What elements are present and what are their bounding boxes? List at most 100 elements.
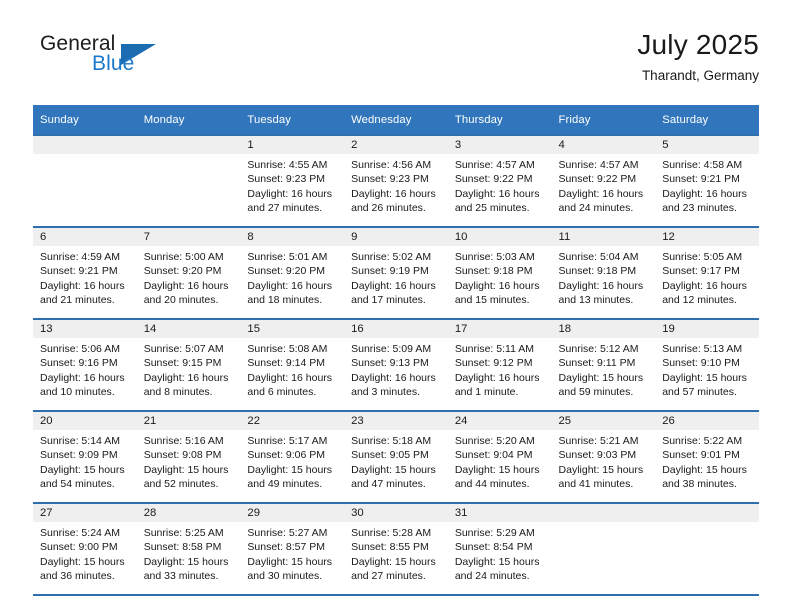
day-number: 17 [447, 320, 552, 338]
calendar-cell[interactable]: 26 Sunrise: 5:22 AM Sunset: 9:01 PM Dayligh… [655, 410, 759, 503]
calendar-cell[interactable] [551, 502, 656, 594]
daylight-text: and 30 minutes. [247, 570, 323, 583]
daylight-text: Daylight: 15 hours [662, 463, 747, 476]
calendar-cell[interactable]: 24 Sunrise: 5:20 AM Sunset: 9:04 PM Dayligh… [447, 410, 552, 503]
sunrise-text: Sunrise: 4:57 AM [558, 159, 639, 171]
day-cell: 3 Sunrise: 4:57 AM Sunset: 9:22 PM Daylight… [447, 136, 552, 224]
sunrise-text: Sunrise: 5:12 AM [558, 343, 639, 355]
daylight-text: Daylight: 15 hours [454, 555, 540, 568]
day-details: Sunrise: 5:07 AM Sunset: 9:15 PM Daylight:… [137, 338, 241, 400]
general-blue-logo[interactable]: General Blue [33, 32, 243, 90]
day-details: Sunrise: 4:58 AM Sunset: 9:21 PM Daylight:… [655, 154, 759, 216]
sunset-text: Sunset: 9:19 PM [351, 265, 429, 278]
day-number: 6 [33, 228, 137, 246]
calendar-cell[interactable]: 13 Sunrise: 5:06 AM Sunset: 9:16 PM Dayligh… [33, 318, 137, 411]
day-cell: 6 Sunrise: 4:59 AM Sunset: 9:21 PM Daylight… [33, 228, 137, 316]
calendar-cell[interactable]: 10 Sunrise: 5:03 AM Sunset: 9:18 PM Dayligh… [447, 226, 552, 319]
calendar-cell[interactable]: 2 Sunrise: 4:56 AM Sunset: 9:23 PM Daylight… [344, 134, 448, 227]
daylight-text: and 41 minutes. [558, 478, 634, 491]
daylight-text: Daylight: 16 hours [351, 279, 436, 292]
sunset-text: Sunset: 9:01 PM [662, 449, 740, 462]
day-cell: 8 Sunrise: 5:01 AM Sunset: 9:20 PM Daylight… [240, 228, 345, 316]
daylight-text: and 27 minutes. [351, 570, 426, 583]
calendar-cell[interactable]: 4 Sunrise: 4:57 AM Sunset: 9:22 PM Daylight… [551, 134, 656, 227]
sunrise-text: Sunrise: 5:18 AM [351, 435, 432, 447]
day-cell: 20 Sunrise: 5:14 AM Sunset: 9:09 PM Dayligh… [33, 412, 137, 500]
day-number [551, 504, 656, 522]
sunrise-text: Sunrise: 5:02 AM [351, 251, 432, 263]
sunset-text: Sunset: 9:21 PM [662, 173, 740, 186]
calendar-cell[interactable]: 27 Sunrise: 5:24 AM Sunset: 9:00 PM Dayligh… [33, 502, 137, 594]
calendar-cell[interactable]: 8 Sunrise: 5:01 AM Sunset: 9:20 PM Daylight… [240, 226, 345, 319]
calendar-cell[interactable]: 22 Sunrise: 5:17 AM Sunset: 9:06 PM Dayligh… [240, 410, 345, 503]
calendar-cell[interactable]: 23 Sunrise: 5:18 AM Sunset: 9:05 PM Dayligh… [344, 410, 448, 503]
calendar-cell[interactable]: 29 Sunrise: 5:27 AM Sunset: 8:57 PM Dayligh… [240, 502, 345, 594]
day-number: 4 [551, 136, 656, 154]
sunset-text: Sunset: 9:06 PM [247, 449, 326, 462]
calendar-cell[interactable]: 17 Sunrise: 5:11 AM Sunset: 9:12 PM Dayligh… [447, 318, 552, 411]
calendar-week-row: 1 Sunrise: 4:55 AM Sunset: 9:23 PM Daylight… [33, 134, 759, 227]
day-cell: 27 Sunrise: 5:24 AM Sunset: 9:00 PM Dayligh… [33, 504, 137, 592]
calendar-table: Sunday Monday Tuesday Wednesday Thursday… [33, 105, 759, 594]
daylight-text: Daylight: 15 hours [247, 555, 333, 568]
day-details: Sunrise: 4:55 AM Sunset: 9:23 PM Daylight:… [240, 154, 344, 216]
calendar-cell[interactable]: 20 Sunrise: 5:14 AM Sunset: 9:09 PM Dayligh… [33, 410, 137, 503]
daylight-text: Daylight: 15 hours [454, 463, 540, 476]
day-cell: 31 Sunrise: 5:29 AM Sunset: 8:54 PM Dayligh… [447, 504, 552, 592]
daylight-text: and 1 minute. [454, 386, 519, 399]
calendar-cell[interactable]: 3 Sunrise: 4:57 AM Sunset: 9:22 PM Daylight… [447, 134, 552, 227]
calendar-cell[interactable]: 5 Sunrise: 4:58 AM Sunset: 9:21 PM Daylight… [655, 134, 759, 227]
day-number: 27 [33, 504, 137, 522]
calendar-cell[interactable]: 1 Sunrise: 4:55 AM Sunset: 9:23 PM Daylight… [240, 134, 345, 227]
day-details: Sunrise: 5:08 AM Sunset: 9:14 PM Daylight:… [240, 338, 344, 400]
daylight-text: Daylight: 16 hours [351, 371, 436, 384]
sunrise-text: Sunrise: 5:16 AM [143, 435, 224, 447]
calendar-cell[interactable]: 31 Sunrise: 5:29 AM Sunset: 8:54 PM Dayligh… [447, 502, 552, 594]
calendar-cell[interactable]: 18 Sunrise: 5:12 AM Sunset: 9:11 PM Dayligh… [551, 318, 656, 411]
calendar-cell[interactable]: 15 Sunrise: 5:08 AM Sunset: 9:14 PM Dayligh… [240, 318, 345, 411]
daylight-text: Daylight: 16 hours [558, 187, 644, 200]
calendar-cell[interactable]: 28 Sunrise: 5:25 AM Sunset: 8:58 PM Dayligh… [136, 502, 241, 594]
sunrise-text: Sunrise: 5:04 AM [558, 251, 639, 263]
calendar-cell[interactable]: 6 Sunrise: 4:59 AM Sunset: 9:21 PM Daylight… [33, 226, 137, 319]
calendar-cell[interactable]: 30 Sunrise: 5:28 AM Sunset: 8:55 PM Dayligh… [344, 502, 448, 594]
daylight-text: Daylight: 16 hours [247, 187, 333, 200]
calendar-cell[interactable]: 9 Sunrise: 5:02 AM Sunset: 9:19 PM Daylight… [344, 226, 448, 319]
calendar-cell[interactable]: 19 Sunrise: 5:13 AM Sunset: 9:10 PM Dayligh… [655, 318, 759, 411]
day-number: 7 [136, 228, 241, 246]
daylight-text: and 10 minutes. [40, 386, 115, 399]
weekday-header-tuesday: Tuesday [240, 105, 345, 135]
calendar-cell[interactable]: 7 Sunrise: 5:00 AM Sunset: 9:20 PM Daylight… [136, 226, 241, 319]
calendar-cell[interactable] [655, 502, 759, 594]
day-details: Sunrise: 4:57 AM Sunset: 9:22 PM Daylight:… [552, 154, 656, 216]
sunrise-text: Sunrise: 4:58 AM [662, 159, 743, 171]
day-cell: 22 Sunrise: 5:17 AM Sunset: 9:06 PM Dayligh… [240, 412, 345, 500]
sunset-text: Sunset: 9:00 PM [40, 541, 118, 554]
sunset-text: Sunset: 8:58 PM [143, 541, 222, 554]
daylight-text: Daylight: 16 hours [454, 371, 540, 384]
calendar-cell[interactable]: 12 Sunrise: 5:05 AM Sunset: 9:17 PM Dayligh… [655, 226, 759, 319]
day-number: 18 [551, 320, 656, 338]
sunrise-text: Sunrise: 5:07 AM [143, 343, 224, 355]
day-details: Sunrise: 4:56 AM Sunset: 9:23 PM Daylight:… [344, 154, 448, 216]
sunset-text: Sunset: 9:18 PM [454, 265, 533, 278]
calendar-cell[interactable] [33, 134, 137, 227]
calendar-cell[interactable] [136, 134, 241, 227]
calendar-cell[interactable]: 16 Sunrise: 5:09 AM Sunset: 9:13 PM Dayligh… [344, 318, 448, 411]
daylight-text: and 57 minutes. [662, 386, 737, 399]
sunset-text: Sunset: 9:14 PM [247, 357, 326, 370]
calendar-cell[interactable]: 25 Sunrise: 5:21 AM Sunset: 9:03 PM Dayligh… [551, 410, 656, 503]
calendar-cell[interactable]: 14 Sunrise: 5:07 AM Sunset: 9:15 PM Dayligh… [136, 318, 241, 411]
day-number: 13 [33, 320, 137, 338]
logo-text-blue: Blue [92, 52, 135, 75]
daylight-text: and 24 minutes. [454, 570, 530, 583]
day-details [137, 154, 241, 158]
day-cell: 10 Sunrise: 5:03 AM Sunset: 9:18 PM Dayligh… [447, 228, 552, 316]
calendar-cell[interactable]: 11 Sunrise: 5:04 AM Sunset: 9:18 PM Dayligh… [551, 226, 656, 319]
daylight-text: and 15 minutes. [454, 294, 530, 307]
calendar-cell[interactable]: 21 Sunrise: 5:16 AM Sunset: 9:08 PM Dayligh… [136, 410, 241, 503]
sunset-text: Sunset: 9:17 PM [662, 265, 740, 278]
daylight-text: Daylight: 16 hours [40, 279, 125, 292]
day-cell-empty [655, 504, 759, 592]
day-number: 11 [551, 228, 656, 246]
